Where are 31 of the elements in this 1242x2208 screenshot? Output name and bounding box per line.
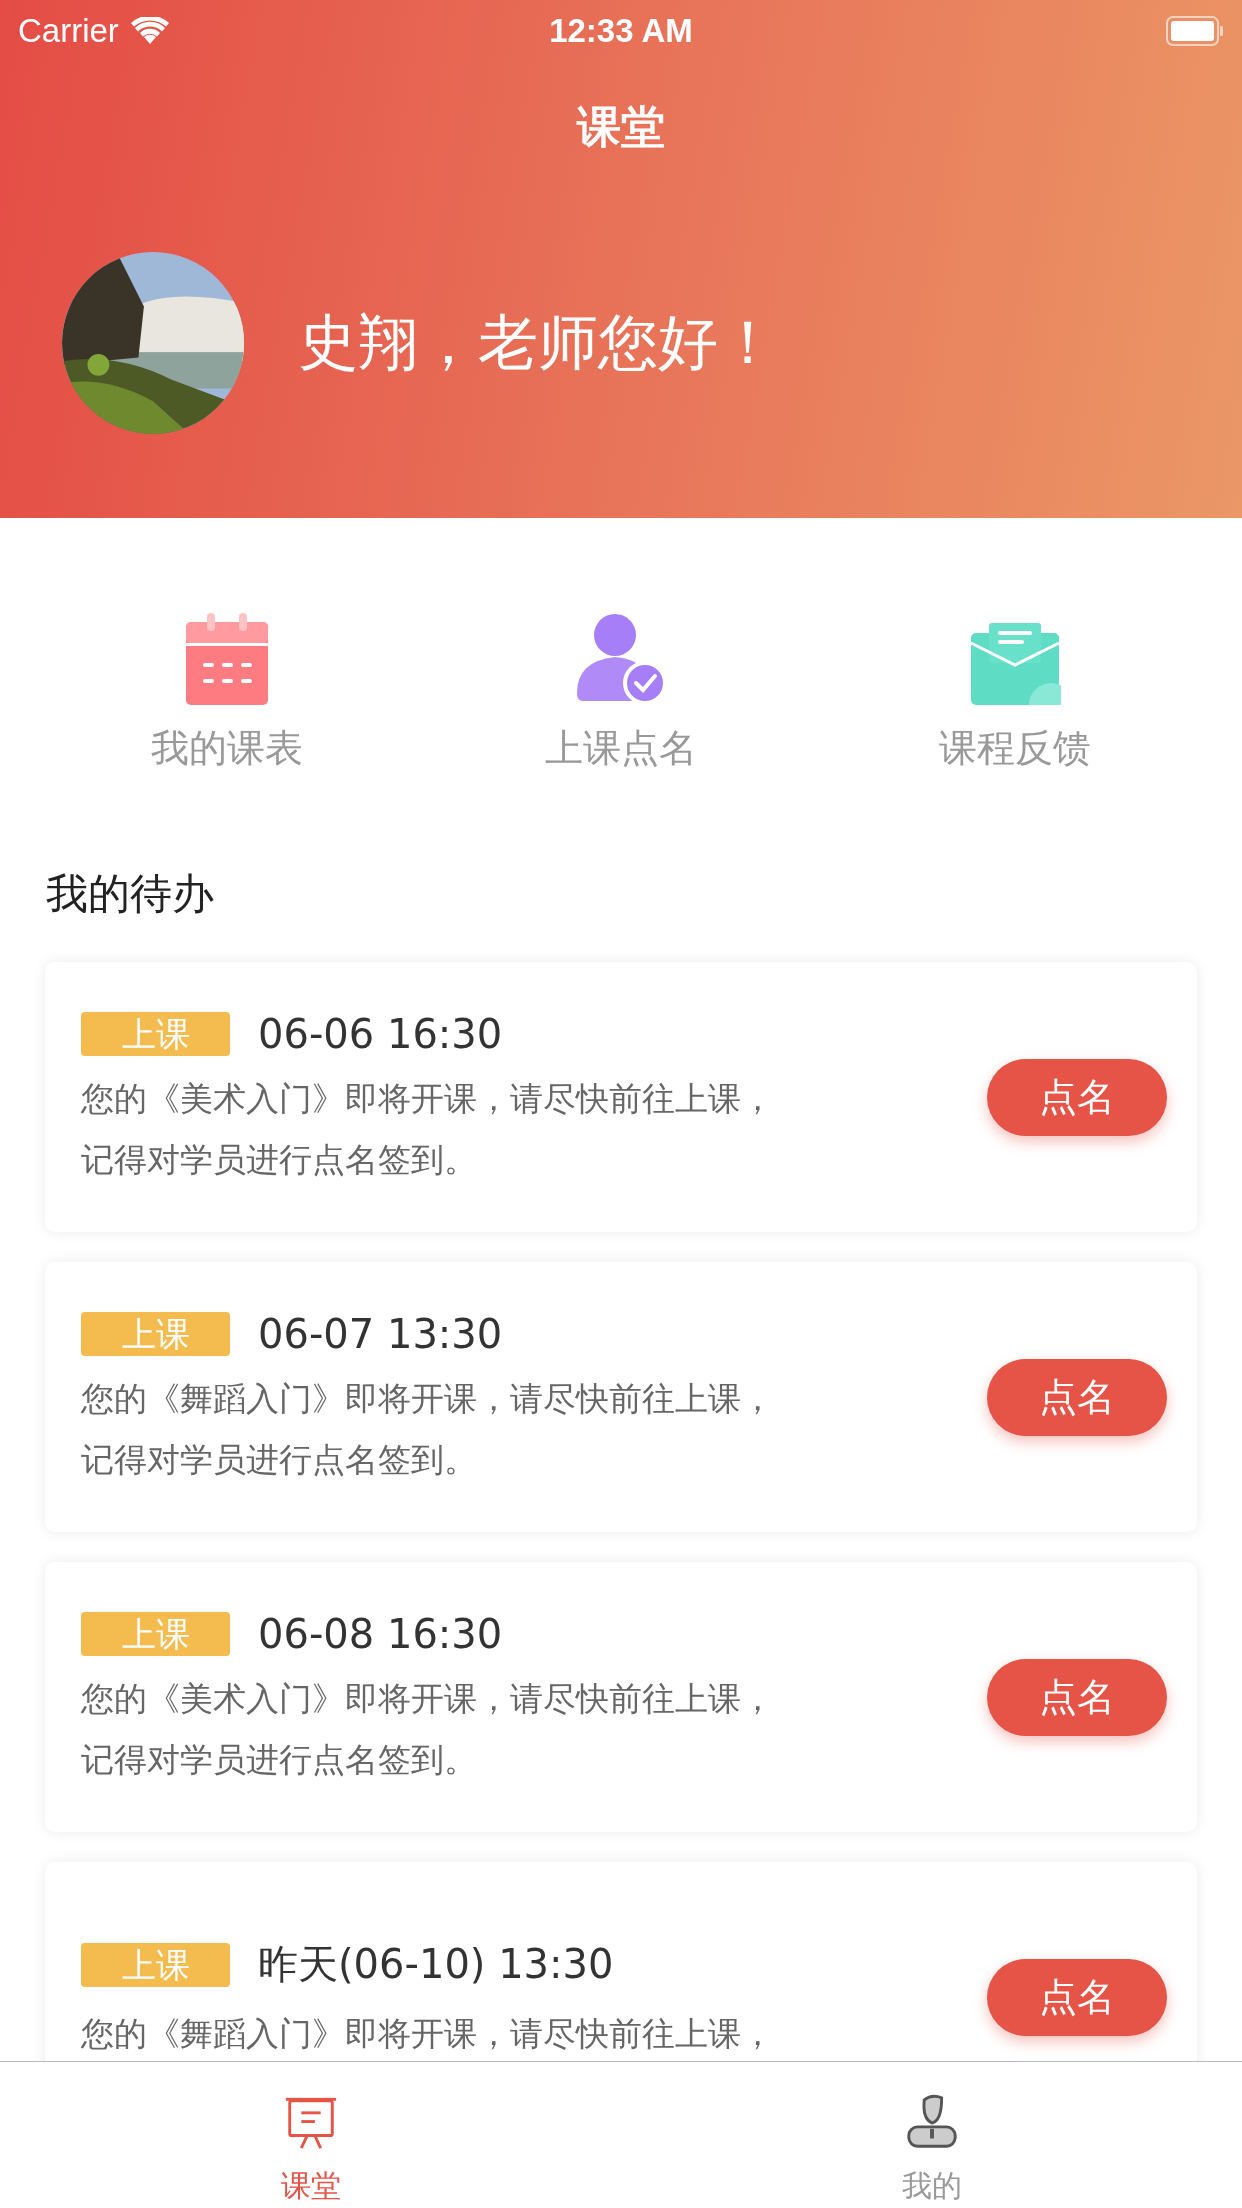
battery-icon — [1166, 16, 1224, 46]
roll-call-button[interactable]: 点名 — [987, 1658, 1167, 1736]
todo-time: 06-08 16:30 — [258, 1611, 503, 1657]
tag-label: 上课 — [81, 1012, 230, 1056]
todo-message: 记得对学员进行点名签到。 — [81, 1739, 478, 1781]
carrier-label: Carrier — [18, 12, 119, 50]
roll-call-button[interactable]: 点名 — [987, 1958, 1167, 2036]
todo-time: 06-07 13:30 — [258, 1311, 503, 1357]
todo-time: 06-06 16:30 — [258, 1011, 503, 1057]
todo-message: 您的《美术入门》即将开课，请尽快前往上课， — [81, 1078, 775, 1120]
tag-label: 上课 — [81, 1942, 230, 1987]
greeting-text: 史翔，老师您好！ — [298, 305, 778, 379]
roll-call-button[interactable]: 点名 — [987, 1358, 1167, 1436]
tag-label: 上课 — [81, 1312, 230, 1356]
tab-item[interactable]: 课堂 — [0, 2062, 621, 2208]
status-time: 12:33 AM — [549, 12, 693, 50]
todo-message: 您的《美术入门》即将开课，请尽快前往上课， — [81, 1678, 775, 1720]
wifi-icon — [130, 17, 169, 45]
shortcut-link[interactable]: 上课点名 — [545, 723, 697, 774]
todo-message: 您的《舞蹈入门》即将开课，请尽快前往上课， — [81, 1378, 775, 1420]
page-title: 课堂 — [577, 99, 665, 154]
todo-time: 昨天(06-10) 13:30 — [258, 1940, 614, 1989]
section-title: 我的待办 — [46, 868, 215, 920]
tab-item[interactable]: 我的 — [621, 2062, 1242, 2208]
roll-call-button[interactable]: 点名 — [987, 1058, 1167, 1136]
tag-label: 上课 — [81, 1612, 230, 1656]
shortcut-link[interactable]: 我的课表 — [151, 723, 303, 774]
todo-message: 您的《舞蹈入门》即将开课，请尽快前往上课， — [81, 2013, 775, 2055]
todo-message: 记得对学员进行点名签到。 — [81, 1139, 478, 1181]
todo-message: 记得对学员进行点名签到。 — [81, 1439, 478, 1481]
shortcut-link[interactable]: 课程反馈 — [939, 723, 1091, 774]
